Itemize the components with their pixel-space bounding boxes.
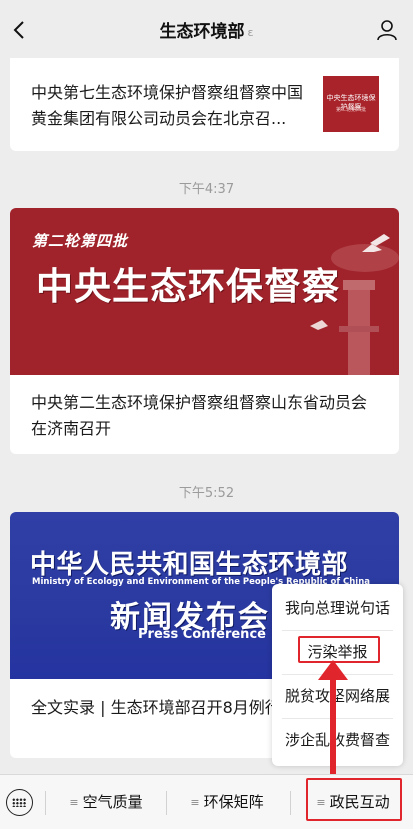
official-badge-icon: ε <box>247 26 254 39</box>
submenu-item-premier-message[interactable]: 我向总理说句话 <box>272 586 403 630</box>
highlight-box <box>306 778 402 821</box>
article-card[interactable]: 第二轮第四批 中央生态环保督察 中央第二生态环境保护督察组督察山东省动员会在济南… <box>10 208 399 454</box>
arrow-up-icon <box>318 660 348 782</box>
page-title: 生态环境部 ε <box>0 17 413 42</box>
top-bar: 生态环境部 ε <box>0 0 413 58</box>
divider <box>290 791 291 815</box>
article-title: 中央第二生态环境保护督察组督察山东省动员会在济南召开 <box>31 393 368 438</box>
banner-subtitle: 第二轮第四批 <box>32 232 129 250</box>
article-banner: 第二轮第四批 中央生态环保督察 <box>10 208 399 375</box>
keyboard-keys <box>12 798 26 807</box>
article-card[interactable]: 中央第七生态环境保护督察组督察中国黄金集团有限公司动员会在北京召... 中央生态… <box>10 58 399 151</box>
person-icon[interactable] <box>375 18 399 42</box>
highlight-box <box>298 636 380 663</box>
banner-org-name: 中华人民共和国生态环境部 <box>30 550 349 580</box>
menu-label: 环保矩阵 <box>203 793 264 811</box>
banner-title: 中央生态环保督察 <box>36 264 340 308</box>
timestamp: 下午5:52 <box>178 486 235 501</box>
article-thumbnail: 中央生态环境保护督察 第二轮第四批 <box>323 76 379 132</box>
thumbnail-subtitle: 第二轮第四批 <box>335 107 366 113</box>
menu-label: 空气质量 <box>82 793 143 811</box>
page-title-text: 生态环境部 <box>159 22 245 42</box>
menu-lines-icon: ≡ <box>190 796 200 809</box>
timestamp: 下午4:37 <box>178 182 235 197</box>
banner-title-en: Press Conference <box>138 627 266 642</box>
menu-lines-icon: ≡ <box>69 796 79 809</box>
menu-air-quality[interactable]: ≡ 空气质量 <box>46 789 166 815</box>
menu-eco-matrix[interactable]: ≡ 环保矩阵 <box>167 789 287 815</box>
article-title: 中央第七生态环境保护督察组督察中国黄金集团有限公司动员会在北京召... <box>31 83 304 128</box>
keyboard-icon[interactable] <box>6 789 33 816</box>
